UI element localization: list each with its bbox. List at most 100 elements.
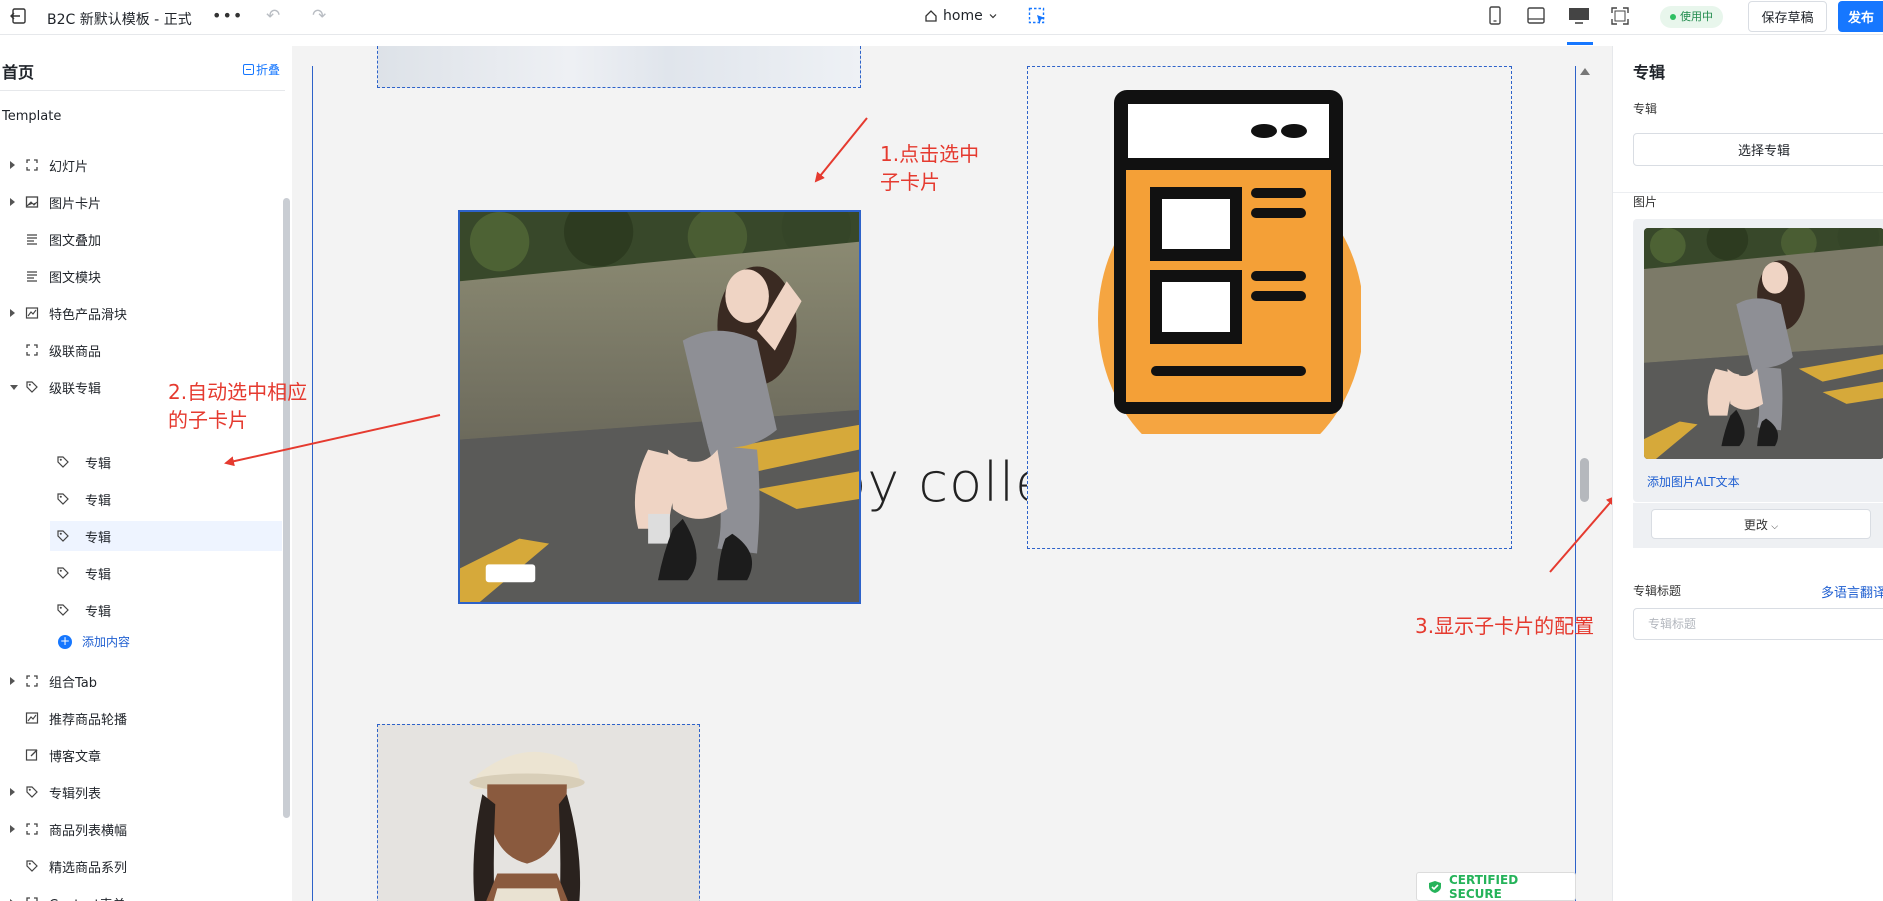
add-alt-text-link[interactable]: 添加图片ALT文本 [1647, 473, 1740, 490]
tree-item[interactable]: 精选商品系列 [0, 851, 282, 881]
add-content-button[interactable]: + 添加内容 [58, 633, 130, 650]
badge-label: CERTIFIED SECURE [1448, 872, 1519, 901]
tree-item-label: 特色产品滑块 [49, 307, 128, 323]
change-label: 更改 [1743, 517, 1768, 532]
caret-right-icon[interactable] [10, 198, 15, 206]
tree-item[interactable]: 组合Tab [0, 666, 282, 696]
tree-item[interactable]: 图文模块 [0, 261, 282, 291]
annotation-step-1: 1.点击选中 子卡片 [880, 140, 979, 196]
caret-right-icon[interactable] [10, 161, 15, 169]
template-title: B2C 新默认模板 - 正式 [47, 12, 192, 28]
album-card[interactable] [377, 724, 700, 901]
collapse-button[interactable]: 折叠 [243, 61, 280, 78]
page-selector[interactable]: home [924, 8, 998, 24]
text-overlay-icon [27, 234, 37, 245]
desktop-view-icon [1569, 8, 1589, 24]
tree-item-label: 组合Tab [49, 675, 98, 691]
tree-item[interactable]: 商品列表横幅 [0, 814, 282, 844]
component-tree-panel: 首页 折叠 Template 幻灯片 图片卡片 图文叠加 图文模块 特色产品滑块 级联商品… [0, 46, 292, 901]
image-setting: 添加图片ALT文本 更改 ⌵ [1633, 219, 1883, 548]
tree-item-label: 专辑 [85, 530, 112, 546]
tree-child-item[interactable]: 专辑 [0, 447, 232, 477]
tree-item[interactable]: 幻灯片 [0, 150, 282, 180]
tree-item-label: 推荐商品轮播 [49, 712, 128, 728]
tree-item[interactable]: 特色产品滑块 [0, 298, 282, 328]
tree-item-label: 专辑 [85, 493, 112, 509]
panel-title: 专辑 [1633, 63, 1666, 82]
album-card[interactable] [1027, 66, 1512, 549]
chart-icon [25, 712, 39, 724]
section-heading: by colle [832, 451, 1050, 514]
tree-child-item[interactable]: 专辑 [50, 521, 282, 551]
scrollbar[interactable] [283, 198, 290, 818]
publish-button[interactable]: 发布 [1838, 1, 1883, 32]
album-card[interactable] [377, 46, 861, 88]
caret-right-icon[interactable] [10, 788, 15, 796]
selected-album-card[interactable] [458, 210, 861, 604]
tablet-view-icon[interactable] [1525, 5, 1547, 27]
status-badge: 使用中 [1660, 6, 1723, 28]
caret-right-icon[interactable] [10, 825, 15, 833]
caret-right-icon[interactable] [10, 677, 15, 685]
change-image-button[interactable]: 更改 ⌵ [1651, 509, 1871, 539]
album-photo [378, 725, 699, 901]
annotation-line: 子卡片 [880, 170, 940, 194]
image-card-icon [25, 196, 39, 208]
tree-item[interactable]: 图片卡片 [0, 187, 282, 217]
frame-icon [26, 823, 38, 835]
annotation-step-2: 2.自动选中相应 的子卡片 [168, 378, 307, 434]
album-title-input[interactable] [1633, 608, 1883, 640]
tree-item[interactable]: Contact表单 [0, 888, 282, 901]
tree-item[interactable]: 博客文章 [0, 740, 282, 770]
mobile-view-icon[interactable] [1484, 5, 1506, 27]
edit-icon [25, 749, 38, 761]
more-options-icon[interactable]: ••• [212, 6, 243, 25]
tree-child-item[interactable]: 专辑 [0, 484, 232, 514]
tree-item-label: 级联专辑 [49, 381, 102, 397]
fullscreen-icon[interactable] [1609, 5, 1631, 27]
add-content-label: 添加内容 [82, 635, 131, 649]
tree-child-item[interactable]: 专辑 [0, 595, 232, 625]
tree-item-label: 幻灯片 [49, 159, 89, 175]
scroll-up-icon[interactable] [1580, 68, 1590, 75]
annotation-line: 的子卡片 [168, 408, 248, 432]
save-draft-button[interactable]: 保存草稿 [1748, 1, 1827, 32]
tree-item-label: Contact表单 [49, 894, 126, 901]
chevron-down-icon [989, 14, 997, 19]
frame-icon [26, 897, 38, 901]
caret-right-icon[interactable] [10, 309, 15, 317]
tree-child-item[interactable]: 专辑 [0, 558, 232, 588]
tag-icon [26, 860, 38, 872]
tree-item-label: 图文模块 [49, 270, 102, 286]
section-border [1575, 66, 1576, 901]
translate-link[interactable]: 多语言翻译 [1821, 582, 1883, 601]
image-label: 图片 [1633, 195, 1658, 209]
tag-icon [26, 786, 38, 798]
tree-item[interactable]: 推荐商品轮播 [0, 703, 282, 733]
canvas-scrollbar[interactable] [1580, 458, 1589, 502]
shield-check-icon [1428, 880, 1441, 893]
tree-item[interactable]: 级联商品 [0, 335, 282, 365]
slideshow-icon [26, 159, 38, 171]
section-label: Template [2, 109, 62, 124]
certified-secure-badge: CERTIFIED SECURE [1416, 872, 1576, 901]
tree-item[interactable]: 图文叠加 [0, 224, 282, 254]
exit-icon[interactable] [10, 7, 28, 25]
redo-icon[interactable]: ↷ [312, 6, 332, 26]
placeholder-illustration [1098, 90, 1361, 434]
desktop-view-tab[interactable] [1567, 5, 1593, 45]
caret-down-icon[interactable] [10, 384, 18, 390]
album-label: 专辑 [1633, 102, 1658, 116]
divider [0, 90, 285, 91]
image-thumbnail[interactable] [1644, 228, 1883, 459]
tag-icon [57, 493, 69, 505]
undo-icon[interactable]: ↶ [266, 6, 286, 26]
change-image-area: 更改 ⌵ [1633, 502, 1883, 548]
choose-album-button[interactable]: 选择专辑 [1633, 133, 1883, 166]
tree-item[interactable]: 专辑列表 [0, 777, 282, 807]
tree-item-label: 专辑 [85, 567, 112, 583]
tree-item-label: 专辑 [85, 456, 112, 472]
select-tool-icon[interactable] [1028, 7, 1047, 26]
tree-item-label: 图文叠加 [49, 233, 102, 249]
album-title-label: 专辑标题 [1633, 584, 1682, 598]
